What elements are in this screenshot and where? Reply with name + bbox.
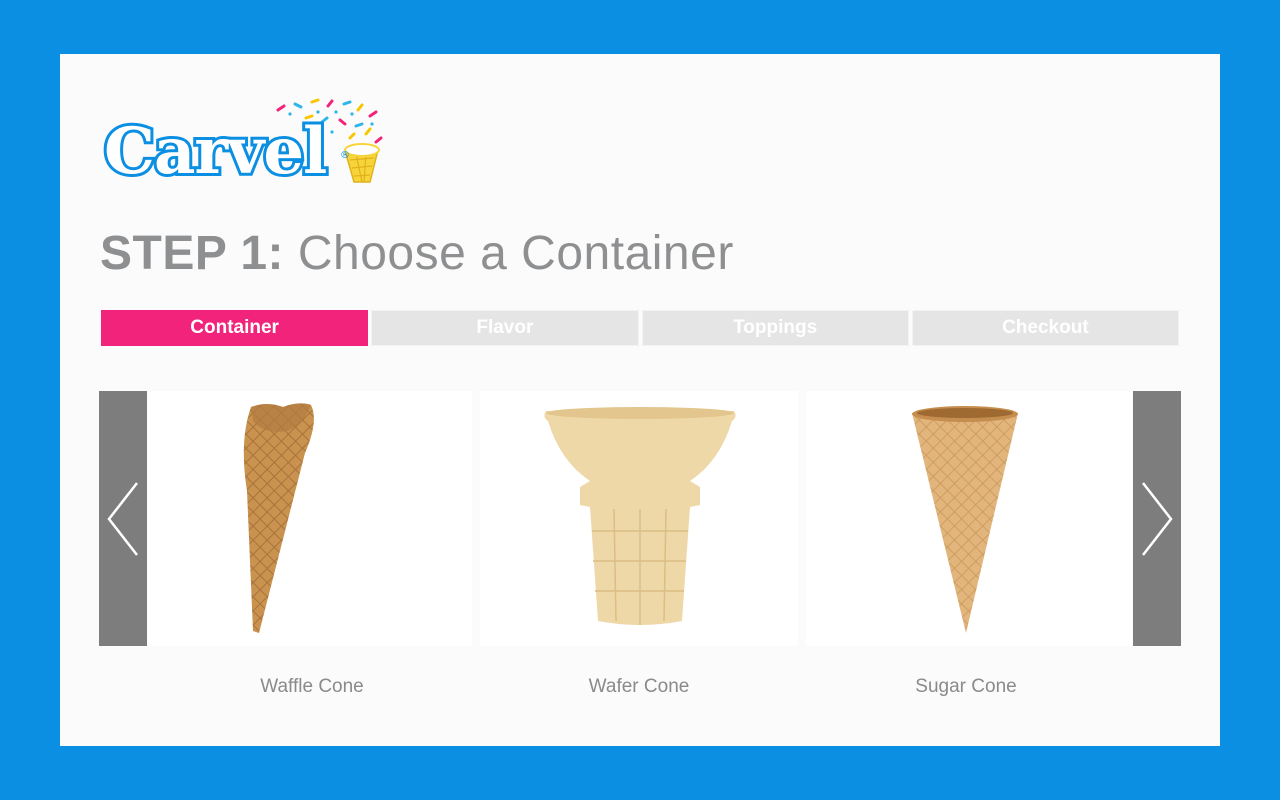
main-panel: Carvel ® STEP 1: Choose a Container Cont…	[60, 54, 1220, 746]
step-tab-toppings[interactable]: Toppings	[641, 310, 909, 346]
waffle-cone-image	[243, 403, 314, 633]
page-heading: STEP 1: Choose a Container	[100, 226, 734, 281]
container-card-wafer[interactable]	[480, 391, 798, 646]
carousel-prev-button[interactable]	[99, 391, 147, 646]
sugar-cone-image	[912, 406, 1018, 633]
step-number: STEP 1:	[100, 227, 285, 280]
container-card-sugar[interactable]	[806, 391, 1132, 646]
carousel-next-button[interactable]	[1133, 391, 1181, 646]
container-card-waffle[interactable]	[147, 391, 472, 646]
progress-steps: Container Flavor Toppings Checkout	[101, 310, 1179, 346]
wafer-cone-image	[544, 407, 736, 625]
container-label-sugar[interactable]: Sugar Cone	[806, 676, 1126, 698]
step-tab-container[interactable]: Container	[101, 310, 369, 346]
step-tab-flavor[interactable]: Flavor	[371, 310, 639, 346]
logo-wordmark: Carvel	[104, 114, 326, 188]
container-label-wafer[interactable]: Wafer Cone	[479, 676, 799, 698]
container-label-waffle[interactable]: Waffle Cone	[152, 676, 472, 698]
step-tab-checkout[interactable]: Checkout	[911, 310, 1179, 346]
step-title: Choose a Container	[297, 227, 734, 280]
registered-mark: ®	[340, 150, 350, 161]
carvel-logo[interactable]: Carvel ®	[100, 98, 390, 188]
chevron-left-icon	[107, 481, 138, 556]
chevron-right-icon	[1142, 481, 1173, 556]
